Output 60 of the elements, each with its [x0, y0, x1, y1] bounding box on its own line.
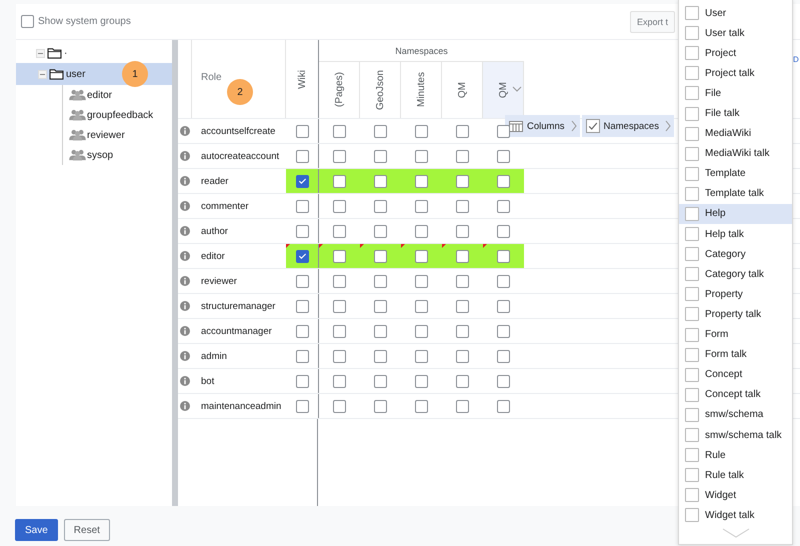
- reset-button[interactable]: Reset: [64, 519, 110, 541]
- tree-item[interactable]: user 1: [16, 63, 172, 85]
- menu-item[interactable]: Columns: [505, 115, 580, 137]
- column-group-header: Namespaces: [395, 46, 448, 56]
- column-header: Role: [201, 72, 222, 83]
- column-header: (Pages): [334, 72, 344, 108]
- column-header: QM: [456, 82, 468, 98]
- menu-item[interactable]: Category talk: [679, 264, 792, 284]
- active-column-header[interactable]: QM: [483, 62, 524, 118]
- step-badge: 1: [122, 61, 148, 87]
- menu-item[interactable]: smw/schema: [679, 404, 792, 425]
- menu-item[interactable]: User talk: [679, 23, 792, 44]
- menu-item[interactable]: Form talk: [679, 344, 792, 365]
- role-name: accountselfcreate: [201, 126, 276, 136]
- menu-item[interactable]: Template talk: [679, 184, 792, 204]
- tree-item[interactable]: sysop: [63, 145, 172, 165]
- menu-item[interactable]: Template: [679, 164, 792, 184]
- menu-item[interactable]: Rule talk: [679, 465, 792, 486]
- menu-item[interactable]: File talk: [679, 103, 792, 124]
- menu-item[interactable]: Property talk: [679, 304, 792, 324]
- column-header: Minutes: [416, 72, 426, 108]
- menu-item[interactable]: File: [679, 83, 792, 104]
- role-name: reader: [201, 176, 228, 186]
- menu-item[interactable]: Rule: [679, 445, 792, 466]
- tab-label[interactable]: D: [793, 55, 799, 64]
- role-name: admin: [201, 350, 227, 362]
- role-name: author: [201, 226, 228, 236]
- role-name: maintenanceadmin: [201, 400, 282, 412]
- save-button[interactable]: Save: [15, 519, 58, 541]
- role-name: structuremanager: [201, 300, 276, 312]
- menu-item[interactable]: Concept: [679, 364, 792, 385]
- menu-item[interactable]: Help talk: [679, 224, 792, 244]
- tree-item[interactable]: reviewer: [63, 125, 172, 145]
- column-header: Wiki: [296, 70, 308, 88]
- tree-item[interactable]: groupfeedback: [63, 105, 172, 125]
- role-name: accountmanager: [201, 326, 272, 336]
- menu-item[interactable]: Project talk: [679, 63, 792, 84]
- menu-item[interactable]: Property: [679, 284, 792, 304]
- menu-item[interactable]: Category: [679, 244, 792, 264]
- role-name: commenter: [201, 200, 249, 212]
- role-name: editor: [201, 250, 225, 262]
- menu-item[interactable]: Namespaces: [582, 115, 674, 137]
- menu-item[interactable]: Widget talk: [679, 505, 792, 524]
- menu-item[interactable]: User: [679, 3, 792, 24]
- role-name: reviewer: [201, 276, 237, 286]
- menu-item[interactable]: Project: [679, 43, 792, 64]
- tree-item[interactable]: editor: [63, 85, 172, 105]
- role-name: bot: [201, 376, 214, 386]
- menu-item[interactable]: smw/schema talk: [679, 424, 792, 446]
- role-name: autocreateaccount: [201, 150, 280, 162]
- tree-item[interactable]: ·: [16, 43, 172, 63]
- menu-item[interactable]: Form: [679, 324, 792, 345]
- menu-item[interactable]: Help: [679, 204, 792, 224]
- menu-item[interactable]: MediaWiki: [679, 124, 792, 144]
- checkbox-label[interactable]: Show system groups: [38, 16, 131, 27]
- export-button[interactable]: Export t: [630, 10, 675, 32]
- column-header: GeoJson: [374, 70, 386, 110]
- menu-item[interactable]: MediaWiki talk: [679, 144, 792, 164]
- menu-item[interactable]: Concept talk: [679, 384, 792, 405]
- menu-item[interactable]: Widget: [679, 485, 792, 506]
